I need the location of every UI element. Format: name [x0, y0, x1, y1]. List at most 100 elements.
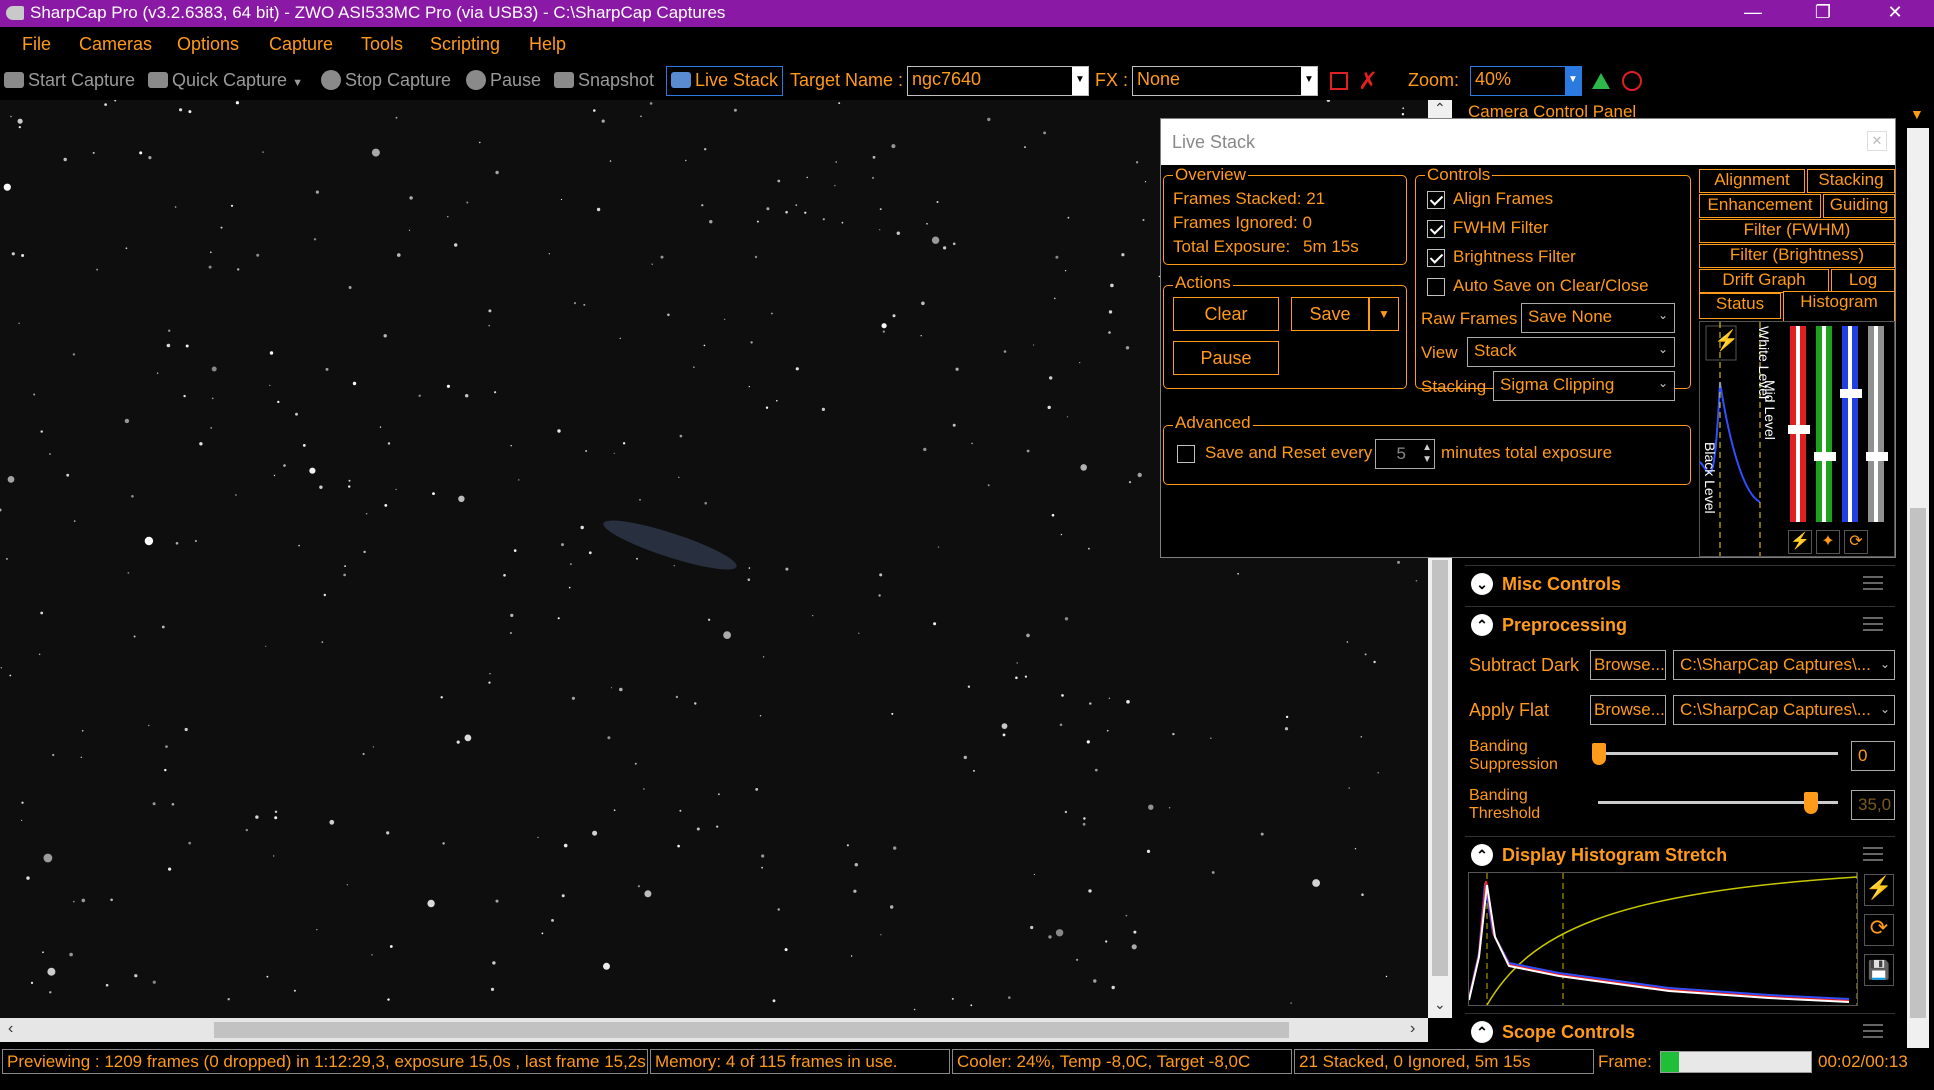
banding-suppression-thumb[interactable]: [1592, 743, 1606, 765]
live-stack-button[interactable]: Live Stack: [666, 66, 784, 96]
misc-controls-header[interactable]: ⌄ Misc Controls: [1465, 565, 1895, 601]
horizontal-scrollbar[interactable]: ‹ ›: [0, 1018, 1428, 1042]
star-icon[interactable]: ✦: [1816, 530, 1840, 554]
red-slider-thumb[interactable]: [1788, 425, 1810, 434]
reset-levels-icon[interactable]: ⟳: [1844, 530, 1868, 554]
green-slider-thumb[interactable]: [1814, 452, 1836, 461]
gray-slider-thumb[interactable]: [1866, 452, 1888, 461]
menu-tools[interactable]: Tools: [361, 34, 403, 55]
tab-filter-fwhm[interactable]: Filter (FWHM): [1699, 219, 1895, 243]
tab-status[interactable]: Status: [1699, 293, 1781, 319]
spinner-arrows-icon[interactable]: ▲ ▼: [1422, 442, 1432, 466]
save-icon[interactable]: 💾: [1864, 954, 1894, 986]
star: [81, 898, 86, 903]
scope-controls-header[interactable]: ⌃ Scope Controls: [1465, 1013, 1895, 1049]
minimize-button[interactable]: —: [1730, 0, 1776, 27]
live-stack-title: Live Stack: [1172, 132, 1256, 152]
star: [379, 426, 382, 428]
zoom-select[interactable]: 40% ▼: [1470, 66, 1582, 96]
display-histogram-stretch-header[interactable]: ⌃ Display Histogram Stretch: [1465, 836, 1895, 872]
menu-scripting[interactable]: Scripting: [430, 34, 500, 55]
tab-alignment[interactable]: Alignment: [1699, 169, 1805, 193]
horizontal-scroll-thumb[interactable]: [214, 1022, 1289, 1038]
menu-icon[interactable]: [1863, 576, 1883, 590]
auto-level-icon[interactable]: ⚡: [1788, 530, 1812, 554]
menu-cameras[interactable]: Cameras: [79, 34, 152, 55]
apply-flat-browse-button[interactable]: Browse...: [1590, 695, 1666, 725]
tab-enhancement[interactable]: Enhancement: [1699, 194, 1821, 218]
lightning-icon[interactable]: ⚡: [1714, 328, 1739, 353]
expand-icon[interactable]: ⌄: [1471, 573, 1493, 595]
banding-threshold-slider[interactable]: [1598, 792, 1838, 814]
close-window-button[interactable]: ✕: [1872, 0, 1918, 27]
panel-scrollbar[interactable]: [1907, 128, 1929, 1048]
banding-threshold-input[interactable]: 35,0: [1851, 790, 1895, 820]
subtract-dark-browse-button[interactable]: Browse...: [1590, 650, 1666, 680]
clear-button[interactable]: Clear: [1173, 297, 1279, 331]
scroll-down-icon[interactable]: ⌄: [1434, 996, 1446, 1013]
banding-suppression-slider[interactable]: [1592, 743, 1838, 765]
start-capture-button[interactable]: Start Capture: [4, 70, 135, 91]
live-stack-histogram[interactable]: ⚡ Black Level White Level Mid Level ⚡ ✦ …: [1699, 321, 1895, 557]
fx-select[interactable]: None ▼: [1132, 66, 1318, 96]
collapse-icon[interactable]: ⌃: [1471, 1021, 1493, 1043]
stop-fx-icon[interactable]: [1330, 72, 1348, 90]
reset-icon[interactable]: ⟳: [1864, 914, 1894, 946]
scroll-right-icon[interactable]: ›: [1410, 1020, 1415, 1038]
brightness-filter-checkbox[interactable]: [1427, 249, 1445, 267]
save-reset-checkbox[interactable]: [1177, 445, 1195, 463]
menu-capture[interactable]: Capture: [269, 34, 333, 55]
stop-capture-button[interactable]: Stop Capture: [321, 70, 451, 91]
collapse-icon[interactable]: ⌃: [1471, 844, 1493, 866]
menu-icon[interactable]: [1863, 617, 1883, 631]
tab-log[interactable]: Log: [1831, 269, 1895, 293]
banding-threshold-thumb[interactable]: [1804, 792, 1818, 814]
tab-histogram[interactable]: Histogram: [1783, 291, 1895, 321]
auto-stretch-icon[interactable]: ⚡: [1864, 874, 1894, 906]
star: [175, 542, 179, 545]
menu-help[interactable]: Help: [529, 34, 566, 55]
scroll-up-icon[interactable]: ⌃: [1434, 100, 1446, 117]
star: [853, 889, 857, 893]
stacking-select[interactable]: Sigma Clipping ⌄: [1493, 371, 1675, 401]
banding-suppression-input[interactable]: 0: [1851, 741, 1895, 771]
histogram-icon[interactable]: [1592, 73, 1610, 89]
tab-stacking[interactable]: Stacking: [1807, 169, 1895, 193]
star: [963, 755, 967, 760]
fwhm-filter-checkbox[interactable]: [1427, 220, 1445, 238]
menu-file[interactable]: File: [22, 34, 51, 55]
auto-save-checkbox[interactable]: [1427, 278, 1445, 296]
minutes-spinner[interactable]: 5 ▲ ▼: [1375, 439, 1435, 469]
close-icon[interactable]: ✕: [1867, 131, 1887, 151]
view-select[interactable]: Stack ⌄: [1467, 337, 1675, 367]
panel-scroll-thumb[interactable]: [1910, 508, 1926, 1018]
tab-guiding[interactable]: Guiding: [1823, 194, 1895, 218]
subtract-dark-path-select[interactable]: C:\SharpCap Captures\... ⌄: [1673, 650, 1895, 680]
menu-icon[interactable]: [1863, 847, 1883, 861]
align-frames-checkbox[interactable]: [1427, 191, 1445, 209]
tab-filter-brightness[interactable]: Filter (Brightness): [1699, 244, 1895, 268]
target-zoom-icon[interactable]: [1622, 71, 1642, 91]
vertical-scroll-thumb[interactable]: [1432, 560, 1448, 976]
quick-capture-button[interactable]: Quick Capture ▼: [148, 70, 303, 91]
histogram-stretch-graph[interactable]: [1468, 872, 1858, 1006]
cross-icon[interactable]: ✗: [1358, 67, 1378, 96]
blue-slider-thumb[interactable]: [1840, 389, 1862, 398]
pin-icon[interactable]: ▼: [1910, 106, 1924, 122]
restore-button[interactable]: ❐: [1800, 0, 1846, 27]
raw-frames-select[interactable]: Save None ⌄: [1521, 303, 1675, 333]
save-options-chevron-icon[interactable]: ▼: [1369, 297, 1399, 331]
pause-button[interactable]: Pause: [466, 70, 541, 91]
preprocessing-header[interactable]: ⌃ Preprocessing: [1465, 606, 1895, 642]
collapse-icon[interactable]: ⌃: [1471, 614, 1493, 636]
target-name-input[interactable]: ngc7640 ▼: [907, 66, 1089, 96]
snapshot-button[interactable]: Snapshot: [554, 70, 654, 91]
star: [952, 423, 956, 427]
menu-icon[interactable]: [1863, 1024, 1883, 1038]
save-stack-button[interactable]: Save: [1291, 297, 1369, 331]
scroll-left-icon[interactable]: ‹: [8, 1020, 13, 1038]
pause-stack-button[interactable]: Pause: [1173, 341, 1279, 375]
tab-drift-graph[interactable]: Drift Graph: [1699, 269, 1829, 293]
menu-options[interactable]: Options: [177, 34, 239, 55]
apply-flat-path-select[interactable]: C:\SharpCap Captures\... ⌄: [1673, 695, 1895, 725]
